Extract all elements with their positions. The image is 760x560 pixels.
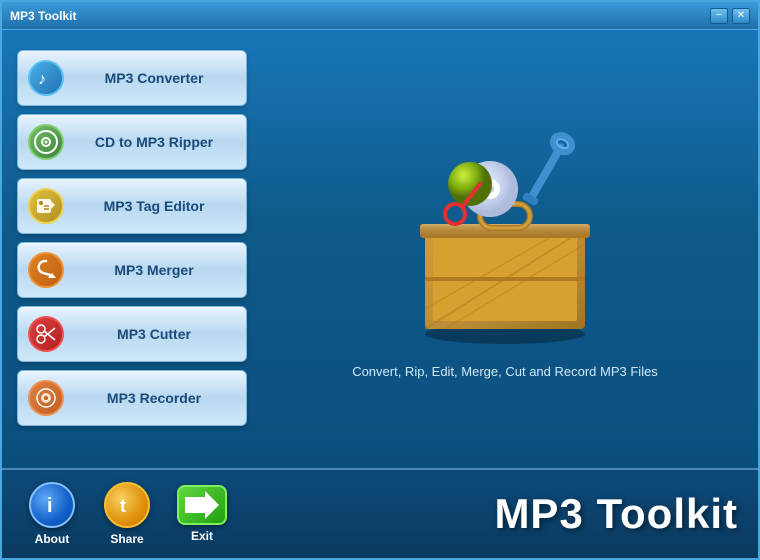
- share-label: Share: [110, 532, 143, 546]
- converter-label: MP3 Converter: [72, 70, 236, 86]
- share-action[interactable]: t Share: [97, 482, 157, 546]
- exit-icon: [177, 485, 227, 525]
- window-controls: − ✕: [710, 8, 750, 24]
- main-window: MP3 Toolkit − ✕ ♪ MP3 Converter: [0, 0, 760, 560]
- svg-text:t: t: [120, 496, 126, 516]
- recorder-icon: [28, 380, 64, 416]
- about-label: About: [35, 532, 70, 546]
- cutter-button[interactable]: MP3 Cutter: [17, 306, 247, 362]
- toolbox-image: [395, 129, 615, 349]
- bottom-actions: i About t Share Exit: [22, 482, 232, 546]
- subtitle-text: Convert, Rip, Edit, Merge, Cut and Recor…: [352, 364, 658, 379]
- tag-editor-button[interactable]: MP3 Tag Editor: [17, 178, 247, 234]
- merger-button[interactable]: MP3 Merger: [17, 242, 247, 298]
- cd-ripper-label: CD to MP3 Ripper: [72, 134, 236, 150]
- minimize-button[interactable]: −: [710, 8, 728, 24]
- tag-icon: [28, 188, 64, 224]
- recorder-button[interactable]: MP3 Recorder: [17, 370, 247, 426]
- cutter-label: MP3 Cutter: [72, 326, 236, 342]
- tag-editor-label: MP3 Tag Editor: [72, 198, 236, 214]
- exit-label: Exit: [191, 529, 213, 543]
- share-icon: t: [104, 482, 150, 528]
- right-panel: Convert, Rip, Edit, Merge, Cut and Recor…: [267, 50, 743, 458]
- bottom-bar: i About t Share Exit: [2, 468, 758, 558]
- cutter-icon: [28, 316, 64, 352]
- cd-ripper-button[interactable]: CD to MP3 Ripper: [17, 114, 247, 170]
- cd-icon: [28, 124, 64, 160]
- exit-action[interactable]: Exit: [172, 485, 232, 543]
- converter-icon: ♪: [28, 60, 64, 96]
- main-content: ♪ MP3 Converter CD to MP3 Ripper: [2, 30, 758, 468]
- svg-text:♪: ♪: [38, 71, 46, 88]
- about-action[interactable]: i About: [22, 482, 82, 546]
- svg-text:i: i: [47, 495, 53, 517]
- merger-label: MP3 Merger: [72, 262, 236, 278]
- title-bar: MP3 Toolkit − ✕: [2, 2, 758, 30]
- tool-buttons-panel: ♪ MP3 Converter CD to MP3 Ripper: [17, 50, 247, 458]
- recorder-label: MP3 Recorder: [72, 390, 236, 406]
- close-button[interactable]: ✕: [732, 8, 750, 24]
- about-icon: i: [29, 482, 75, 528]
- app-title-text: MP3 Toolkit: [232, 490, 738, 538]
- mp3-converter-button[interactable]: ♪ MP3 Converter: [17, 50, 247, 106]
- window-title: MP3 Toolkit: [10, 9, 76, 23]
- merger-icon: [28, 252, 64, 288]
